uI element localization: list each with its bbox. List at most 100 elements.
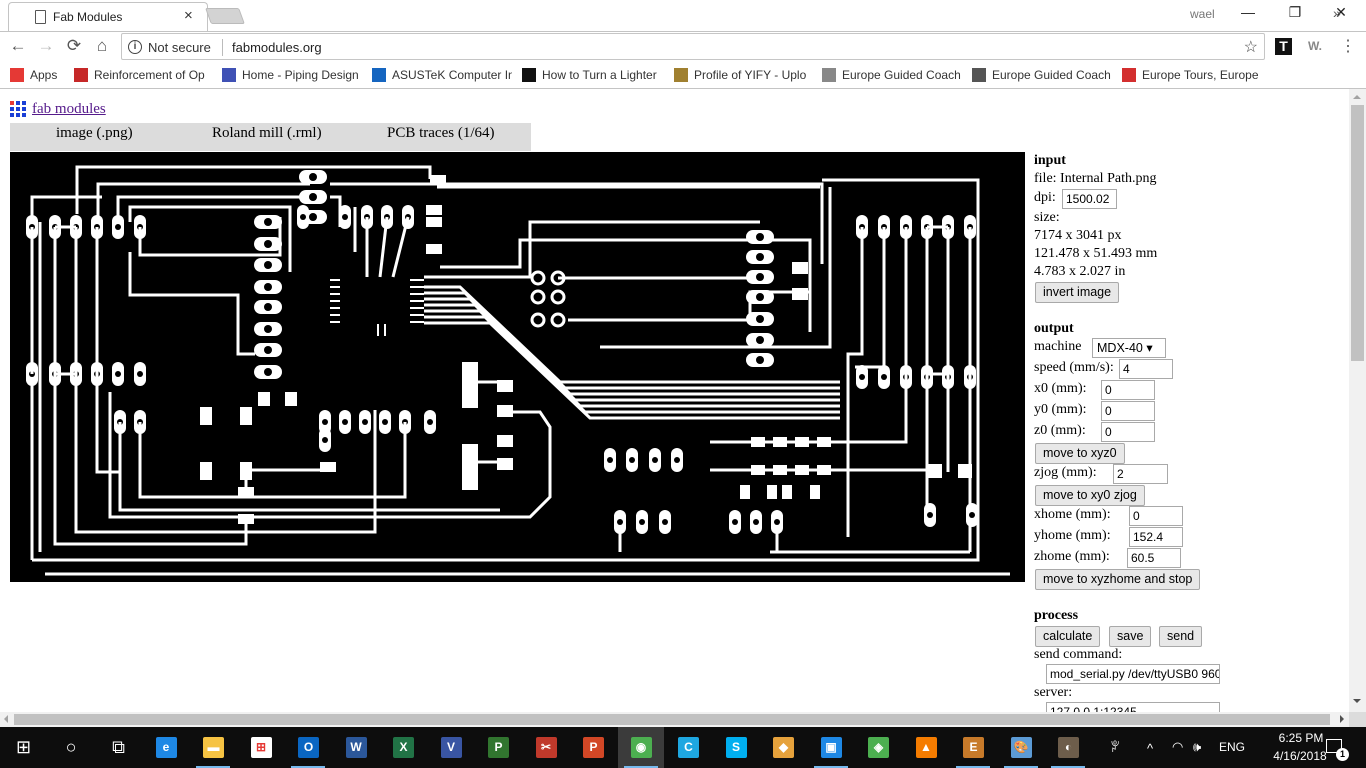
module-pcb-traces[interactable]: PCB traces (1/64) (387, 125, 494, 142)
restore-button[interactable]: ❐ (1275, 4, 1315, 21)
forward-arrow-icon[interactable]: → (35, 36, 57, 56)
taskbar-store[interactable]: ⊞ (238, 727, 284, 768)
save-button[interactable]: save (1109, 626, 1152, 647)
gimp-icon: ◐ (1058, 737, 1079, 758)
taskbar-file-explorer[interactable]: ▬ (190, 727, 236, 768)
pcb-smd-pad (330, 300, 340, 302)
t-extension-icon[interactable]: T (1275, 38, 1292, 55)
move-to-xy0-zjog-button[interactable]: move to xy0 zjog (1035, 485, 1145, 506)
taskbar-powerpoint[interactable]: P (570, 727, 616, 768)
move-to-xyz0-button[interactable]: move to xyz0 (1035, 443, 1125, 464)
clock-date[interactable]: 4/16/2018 (1270, 749, 1330, 763)
taskbar-app-bracket[interactable]: ▣ (808, 727, 854, 768)
taskbar-start[interactable]: ⊞ (0, 727, 46, 768)
fab-modules-link[interactable]: fab modules (32, 101, 106, 118)
invert-image-button[interactable]: invert image (1035, 282, 1120, 303)
yhome-input[interactable]: 152.4 (1129, 527, 1183, 547)
z0-input[interactable]: 0 (1101, 422, 1155, 442)
dpi-input[interactable]: 1500.02 (1062, 189, 1117, 209)
bookmark-item[interactable]: Europe Tours, Europe (1122, 68, 1262, 82)
calculate-button[interactable]: calculate (1035, 626, 1101, 647)
pcb-pad-hole (607, 457, 613, 463)
taskbar-excel[interactable]: X (380, 727, 426, 768)
w-extension-icon[interactable]: W. (1308, 39, 1322, 53)
taskbar-vlc[interactable]: ▲ (903, 727, 949, 768)
taskbar-outlook[interactable]: O (285, 727, 331, 768)
taskbar-snipping-tool[interactable]: ✂ (523, 727, 569, 768)
send-button[interactable]: send (1159, 626, 1203, 647)
taskbar-chrome[interactable]: ◉ (617, 727, 664, 768)
vertical-scroll-thumb[interactable] (1351, 105, 1364, 361)
bookmark-item[interactable]: Europe Guided Coach (972, 68, 1112, 82)
vertical-scrollbar[interactable] (1349, 89, 1366, 712)
pcb-pad-hole (753, 519, 759, 525)
info-icon[interactable]: i (128, 40, 142, 54)
bookmark-item[interactable]: Reinforcement of Op (74, 68, 212, 82)
bookmark-item[interactable]: How to Turn a Lighter (522, 68, 662, 82)
taskbar-task-view[interactable]: ⧉ (95, 727, 141, 768)
horizontal-scrollbar[interactable] (0, 712, 1349, 727)
pcb-pad-hole (362, 419, 368, 425)
taskbar-skype[interactable]: S (713, 727, 759, 768)
zjog-input[interactable]: 2 (1113, 464, 1168, 484)
scroll-right-arrow-icon[interactable] (1340, 715, 1344, 723)
bookmark-item[interactable]: Home - Piping Design (222, 68, 362, 82)
scroll-left-arrow-icon[interactable] (4, 715, 8, 723)
machine-select[interactable]: MDX-40 ▾ (1092, 338, 1166, 358)
taskbar-app-c[interactable]: C (665, 727, 711, 768)
x0-input[interactable]: 0 (1101, 380, 1155, 400)
module-image-png[interactable]: image (.png) (56, 125, 133, 142)
back-arrow-icon[interactable]: ← (7, 36, 29, 56)
taskbar-paint[interactable]: 🎨 (998, 727, 1044, 768)
pcb-smd-pad (410, 307, 424, 309)
close-window-button[interactable]: ✕ (1321, 4, 1361, 21)
scroll-down-arrow-icon[interactable] (1353, 699, 1361, 703)
scroll-up-arrow-icon[interactable] (1353, 95, 1361, 99)
security-status[interactable]: Not secure (148, 40, 211, 55)
taskbar-app-circuit[interactable]: ◈ (855, 727, 901, 768)
clock-time[interactable]: 6:25 PM (1276, 731, 1326, 745)
module-roland-mill[interactable]: Roland mill (.rml) (212, 125, 322, 142)
server-input[interactable]: 127.0.0.1:12345 (1046, 702, 1220, 712)
tab-fab-modules[interactable]: Fab Modules × (8, 2, 208, 31)
url-text[interactable]: fabmodules.org (232, 40, 322, 55)
taskbar-app-e[interactable]: E (950, 727, 996, 768)
pcb-toolpath-image[interactable] (10, 152, 1025, 582)
new-tab-button[interactable] (205, 8, 245, 24)
zhome-input[interactable]: 60.5 (1127, 548, 1181, 568)
browser-menu-icon[interactable]: ⋮ (1340, 36, 1356, 56)
taskbar-edge[interactable]: e (143, 727, 189, 768)
taskbar-project[interactable]: P (475, 727, 521, 768)
taskbar-cortana[interactable]: ○ (48, 727, 94, 768)
bookmark-item[interactable]: Apps (10, 68, 65, 82)
apps-grid-icon (10, 68, 24, 82)
y0-input[interactable]: 0 (1101, 401, 1155, 421)
skype-icon: S (725, 737, 747, 758)
taskbar-gimp[interactable]: ◐ (1045, 727, 1091, 768)
volume-icon[interactable]: 🕪 (1193, 739, 1201, 755)
bookmark-item[interactable]: Europe Guided Coach (822, 68, 962, 82)
minimize-button[interactable]: — (1228, 4, 1268, 20)
horizontal-scroll-thumb[interactable] (14, 714, 1330, 725)
reload-icon[interactable]: ⟳ (63, 36, 85, 56)
address-bar[interactable]: i Not secure fabmodules.org ☆ (121, 33, 1265, 60)
bookmark-star-icon[interactable]: ☆ (1244, 37, 1258, 57)
bookmark-item[interactable]: Profile of YIFY - Uplo (674, 68, 814, 82)
bookmark-label: Europe Guided Coach (842, 68, 961, 82)
tray-chevron-icon[interactable]: ^ (1147, 741, 1153, 756)
wifi-icon[interactable]: ◠ (1172, 739, 1183, 755)
xhome-input[interactable]: 0 (1129, 506, 1183, 526)
taskbar-word[interactable]: W (333, 727, 379, 768)
tab-close-icon[interactable]: × (184, 7, 193, 24)
home-icon[interactable]: ⌂ (91, 36, 113, 56)
send-command-input[interactable]: mod_serial.py /dev/ttyUSB0 9600 (1046, 664, 1220, 684)
profile-name[interactable]: wael (1190, 7, 1215, 21)
taskbar-app-diamond[interactable]: ◆ (760, 727, 806, 768)
speed-input[interactable]: 4 (1119, 359, 1173, 379)
bookmarks-overflow-icon[interactable]: » (1333, 5, 1341, 21)
language-indicator[interactable]: ENG (1219, 740, 1245, 754)
move-to-xyzhome-button[interactable]: move to xyzhome and stop (1035, 569, 1201, 590)
people-icon[interactable]: ꐕ (1110, 739, 1120, 756)
taskbar-visio[interactable]: V (428, 727, 474, 768)
bookmark-item[interactable]: ASUSTeK Computer In (372, 68, 512, 82)
